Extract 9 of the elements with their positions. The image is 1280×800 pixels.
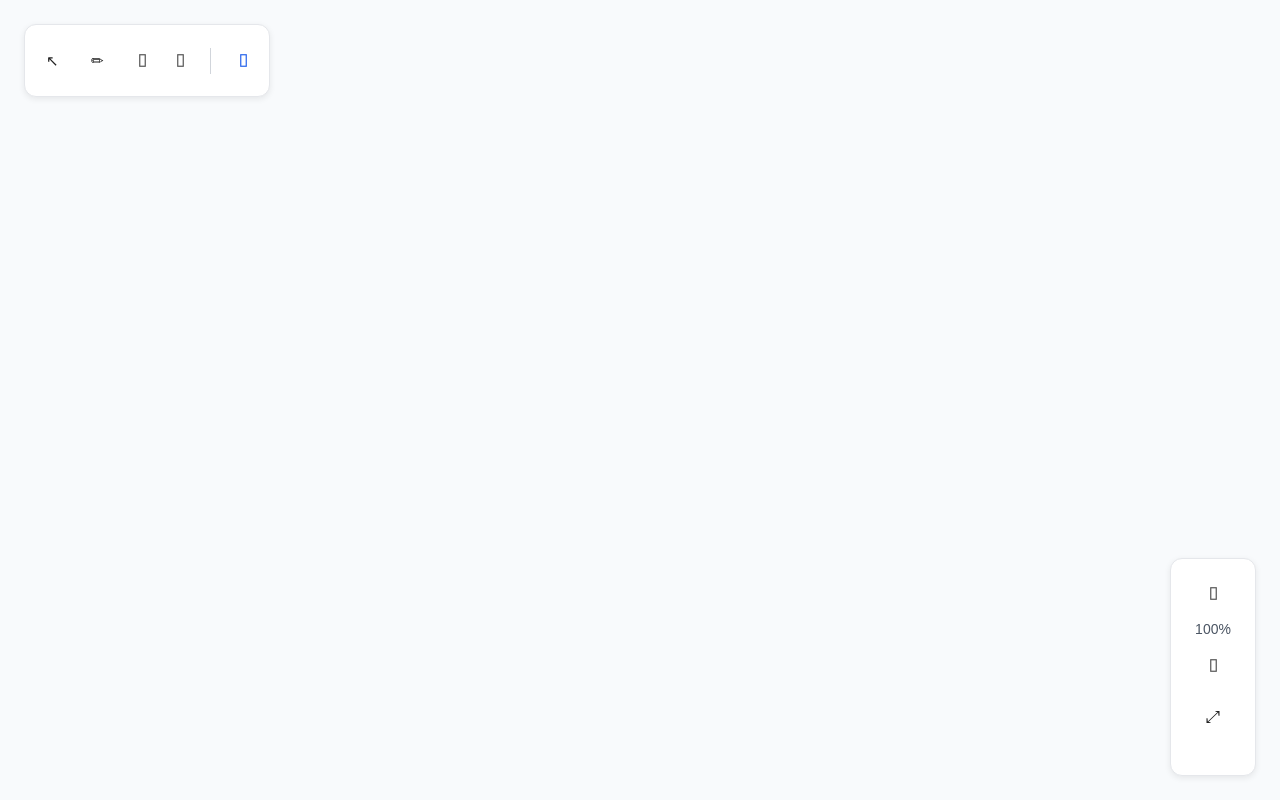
missing-glyph-icon xyxy=(138,54,146,67)
select-tool[interactable]: ↖ xyxy=(35,41,71,80)
pen-tool[interactable]: ✏ xyxy=(72,41,123,80)
missing-glyph-icon xyxy=(1209,658,1217,672)
zoom-level: 100% xyxy=(1195,620,1231,639)
missing-glyph-icon xyxy=(239,54,247,67)
fit-button[interactable]: ⤢ xyxy=(1193,699,1233,735)
missing-glyph-icon xyxy=(176,54,184,67)
missing-glyph-icon xyxy=(1209,586,1217,600)
